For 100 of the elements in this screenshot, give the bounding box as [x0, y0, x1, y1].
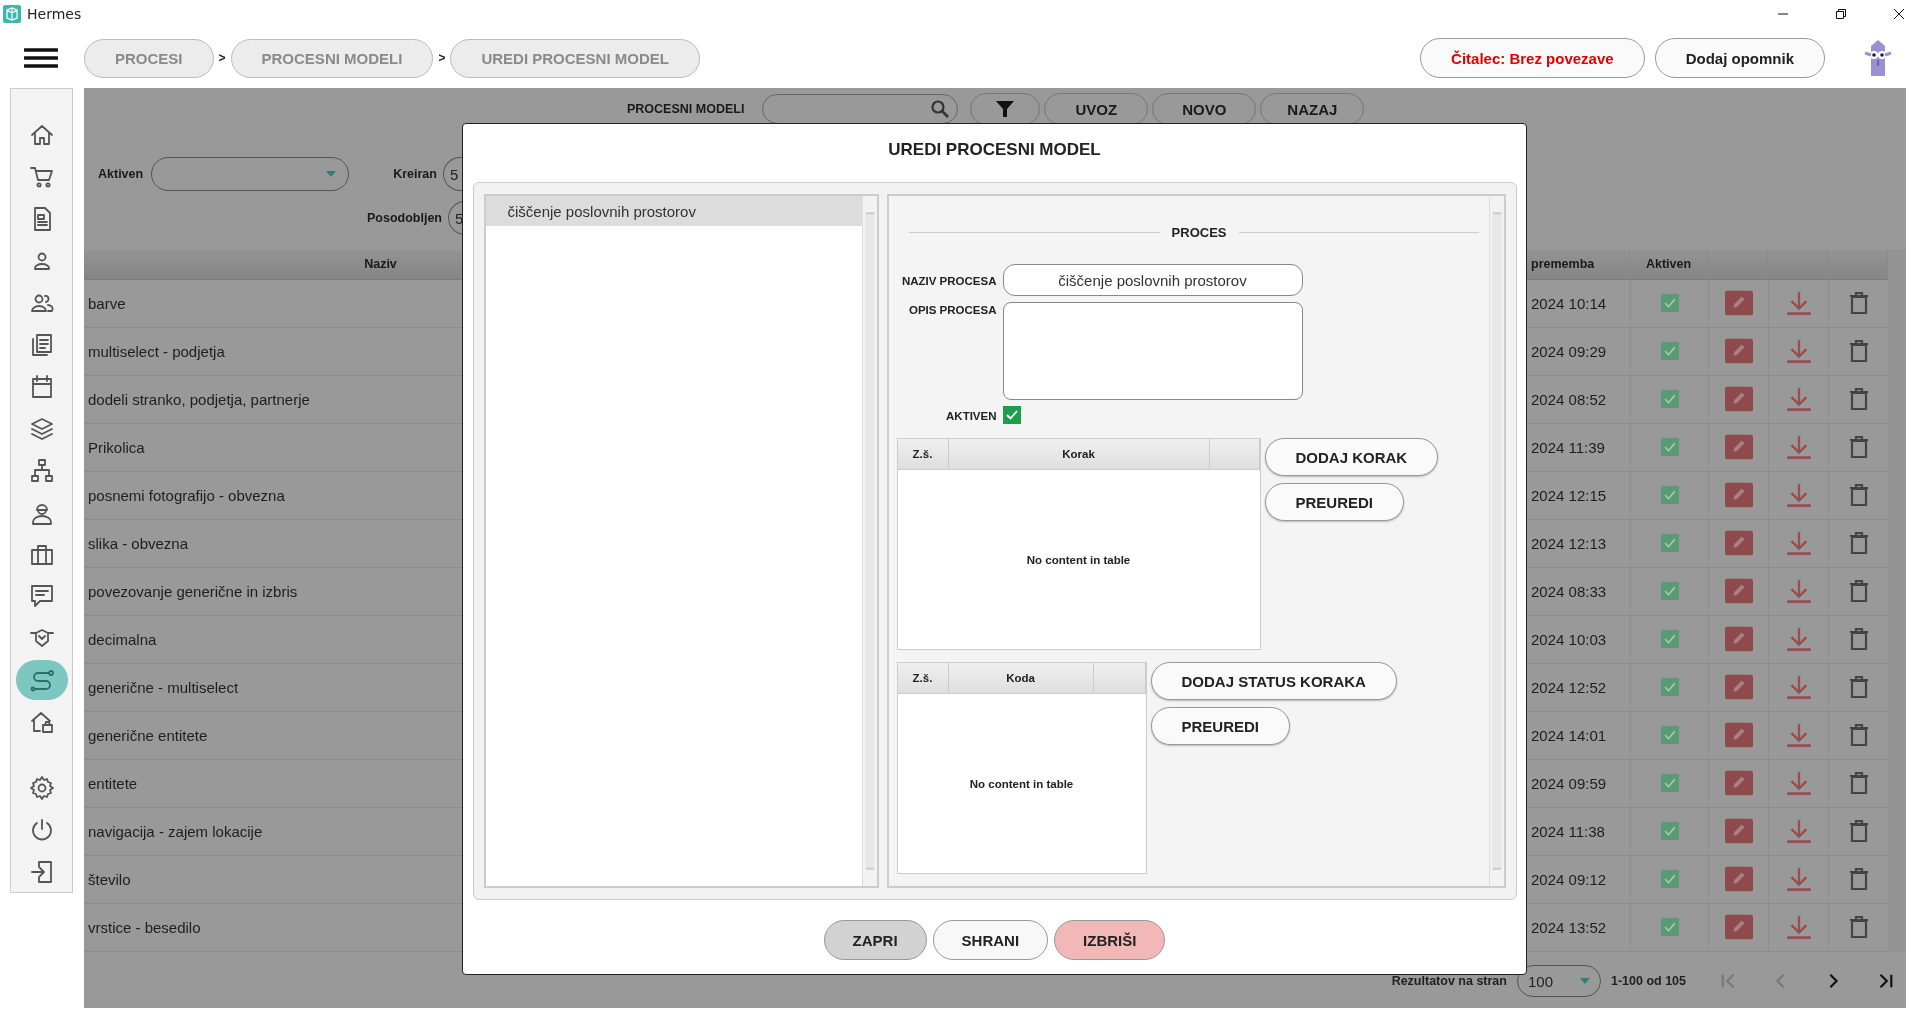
column-header[interactable]: prememba — [1527, 249, 1630, 280]
table-action-button[interactable]: PREUREDI — [1264, 483, 1404, 521]
trash-icon[interactable] — [1848, 916, 1869, 939]
trash-icon[interactable] — [1848, 868, 1869, 891]
active-checkbox[interactable] — [1660, 678, 1679, 697]
column-header[interactable]: Aktiven — [1630, 249, 1708, 280]
toolbar-label: PROCESNI MODELI — [627, 102, 745, 116]
download-icon[interactable] — [1784, 530, 1813, 557]
edit-button[interactable] — [1724, 530, 1753, 557]
trash-icon[interactable] — [1848, 628, 1869, 651]
menu-icon[interactable] — [24, 47, 58, 69]
active-checkbox[interactable] — [1660, 630, 1679, 649]
download-icon[interactable] — [1784, 866, 1813, 893]
filter-label: Posodobljen — [367, 211, 442, 225]
download-icon[interactable] — [1784, 482, 1813, 509]
active-checkbox[interactable] — [1660, 918, 1679, 937]
edit-button[interactable] — [1724, 482, 1753, 509]
toolbar-button[interactable]: NOVO — [1152, 93, 1257, 125]
download-icon[interactable] — [1784, 338, 1813, 365]
route-icon[interactable] — [15, 660, 68, 701]
download-icon[interactable] — [1784, 818, 1813, 845]
edit-button[interactable] — [1724, 914, 1753, 941]
edit-button[interactable] — [1724, 290, 1753, 317]
trash-icon[interactable] — [1848, 772, 1869, 795]
active-checkbox[interactable] — [1660, 870, 1679, 889]
page-size-label: Rezultatov na stran — [1391, 974, 1507, 989]
trash-icon[interactable] — [1848, 388, 1869, 411]
active-checkbox[interactable] — [1660, 534, 1679, 553]
download-icon[interactable] — [1784, 626, 1813, 653]
download-icon[interactable] — [1784, 722, 1813, 749]
active-checkbox[interactable] — [1660, 726, 1679, 745]
trash-icon[interactable] — [1848, 676, 1869, 699]
restore-icon[interactable] — [1835, 8, 1847, 20]
edit-button[interactable] — [1724, 674, 1753, 701]
download-icon[interactable] — [1784, 434, 1813, 461]
table-action-button[interactable]: PREUREDI — [1150, 707, 1290, 745]
trash-icon[interactable] — [1848, 580, 1869, 603]
list-item[interactable]: čiščenje poslovnih prostorov — [485, 196, 862, 226]
active-checkbox[interactable] — [1660, 582, 1679, 601]
column-header[interactable]: Z.š. — [897, 439, 949, 469]
breadcrumb-separator: > — [438, 51, 446, 65]
add-reminder-button[interactable]: Dodaj opomnik — [1654, 38, 1825, 78]
column-header[interactable] — [1768, 249, 1828, 280]
edit-button[interactable] — [1724, 866, 1753, 893]
active-checkbox[interactable] — [1660, 822, 1679, 841]
table-action-button[interactable]: DODAJ STATUS KORAKA — [1150, 662, 1397, 700]
trash-icon[interactable] — [1848, 820, 1869, 843]
empty-table-message: No content in table — [1026, 553, 1131, 566]
column-header[interactable]: Koda — [948, 663, 1094, 693]
active-checkbox[interactable] — [1002, 406, 1021, 424]
empty-table-message: No content in table — [969, 777, 1074, 790]
trash-icon[interactable] — [1848, 292, 1869, 315]
toolbar-button[interactable]: NAZAJ — [1260, 93, 1365, 125]
trash-icon[interactable] — [1848, 340, 1869, 363]
column-header[interactable]: Korak — [948, 439, 1210, 469]
edit-button[interactable] — [1724, 722, 1753, 749]
download-icon[interactable] — [1784, 770, 1813, 797]
caret-icon — [1579, 978, 1590, 985]
download-icon[interactable] — [1784, 578, 1813, 605]
download-icon[interactable] — [1784, 914, 1813, 941]
close-button[interactable]: ZAPRI — [823, 920, 927, 960]
filter-button[interactable] — [970, 93, 1041, 125]
active-checkbox[interactable] — [1660, 342, 1679, 361]
trash-icon[interactable] — [1848, 436, 1869, 459]
download-icon[interactable] — [1784, 674, 1813, 701]
edit-button[interactable] — [1724, 386, 1753, 413]
toolbar-button[interactable]: UVOZ — [1044, 93, 1149, 125]
process-name-field[interactable]: čiščenje poslovnih prostorov — [1002, 264, 1303, 296]
column-header[interactable] — [1708, 249, 1768, 280]
close-icon[interactable] — [1893, 8, 1905, 20]
trash-icon[interactable] — [1848, 532, 1869, 555]
column-header[interactable] — [1828, 249, 1888, 280]
trash-icon[interactable] — [1848, 484, 1869, 507]
active-checkbox[interactable] — [1660, 438, 1679, 457]
edit-button[interactable] — [1724, 434, 1753, 461]
column-header[interactable]: Z.š. — [897, 663, 949, 693]
description-field[interactable] — [1002, 302, 1303, 400]
search-icon[interactable] — [931, 100, 950, 118]
delete-button[interactable]: IZBRIŠI — [1054, 920, 1166, 960]
edit-button[interactable] — [1724, 626, 1753, 653]
download-icon[interactable] — [1784, 386, 1813, 413]
scrollbar[interactable] — [1888, 249, 1906, 952]
edit-button[interactable] — [1724, 818, 1753, 845]
scrollbar[interactable] — [1488, 196, 1504, 886]
table-action-button[interactable]: DODAJ KORAK — [1264, 438, 1439, 476]
reader-status-button[interactable]: Čitalec: Brez povezave — [1420, 38, 1645, 78]
edit-button[interactable] — [1724, 578, 1753, 605]
save-button[interactable]: SHRANI — [932, 920, 1049, 960]
filter-label: Aktiven — [98, 167, 144, 181]
active-checkbox[interactable] — [1660, 390, 1679, 409]
edit-button[interactable] — [1724, 770, 1753, 797]
trash-icon[interactable] — [1848, 724, 1869, 747]
filter-icon — [996, 101, 1015, 117]
active-checkbox[interactable] — [1660, 774, 1679, 793]
active-checkbox[interactable] — [1660, 294, 1679, 313]
active-checkbox[interactable] — [1660, 486, 1679, 505]
download-icon[interactable] — [1784, 290, 1813, 317]
edit-button[interactable] — [1724, 338, 1753, 365]
field-label: AKTIVEN — [945, 409, 997, 422]
scrollbar[interactable] — [861, 196, 877, 886]
